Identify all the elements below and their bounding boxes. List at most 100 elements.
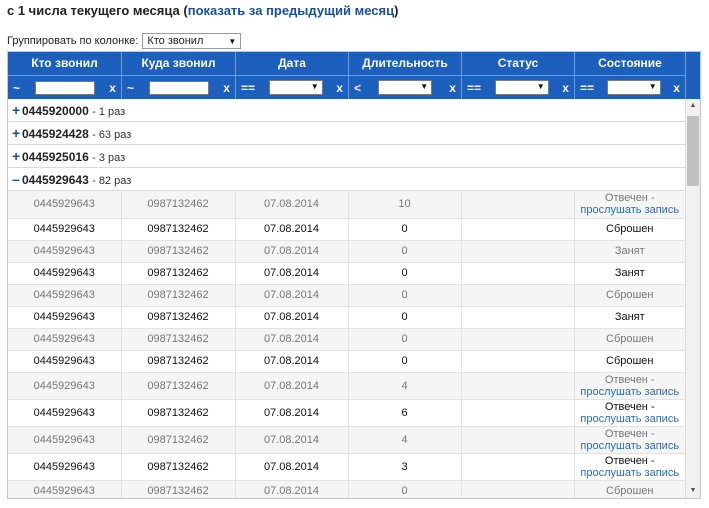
cell-state: Отвечен - прослушать запись	[574, 372, 685, 400]
group-number: 0445920000	[22, 104, 89, 118]
scroll-up-arrow-icon[interactable]: ▲	[686, 99, 700, 113]
col-duration: Длительность < x	[348, 52, 461, 99]
cell-caller: 0445929643	[8, 262, 122, 285]
group-by-select[interactable]: Кто звонил ▼	[142, 33, 242, 49]
table-row[interactable]: 0445929643 0987132462 07.08.2014 0 Сброшен	[8, 480, 685, 498]
state-text: Отвечен -	[604, 454, 655, 467]
state-text: Сброшен	[606, 333, 654, 345]
filter-caller-input[interactable]	[34, 80, 95, 95]
expand-plus-icon[interactable]: +	[12, 122, 22, 144]
expand-plus-icon[interactable]: +	[12, 99, 22, 121]
filter-callee-clear[interactable]: x	[223, 81, 230, 95]
table-row[interactable]: 0445929643 0987132462 07.08.2014 4 Отвечен -…	[8, 372, 685, 400]
cell-duration: 10	[348, 191, 462, 219]
filter-date-select[interactable]	[268, 80, 323, 95]
cell-status	[461, 480, 575, 498]
state-text: Занят	[614, 267, 645, 279]
cell-callee: 0987132462	[121, 426, 236, 454]
cell-state: Занят	[574, 306, 685, 329]
group-count: - 63 раз	[92, 129, 132, 141]
grid-header: Кто звонил ~ x Куда звонил ~ x Дата == x	[8, 52, 700, 99]
cell-status	[461, 218, 575, 241]
listen-recording-link[interactable]: прослушать запись	[580, 204, 679, 216]
table-row[interactable]: 0445929643 0987132462 07.08.2014 6 Отвечен -…	[8, 399, 685, 427]
state-text: Сброшен	[606, 355, 654, 367]
table-row[interactable]: 0445929643 0987132462 07.08.2014 0 Сброшен	[8, 284, 685, 307]
cell-duration: 0	[348, 262, 462, 285]
col-state: Состояние == x	[574, 52, 685, 99]
page-title-text: с 1 числа текущего месяца	[7, 3, 180, 18]
cell-date: 07.08.2014	[235, 328, 349, 351]
prev-month-link[interactable]: показать за предыдущий месяц	[188, 3, 394, 18]
table-row[interactable]: 0445929643 0987132462 07.08.2014 0 Занят	[8, 306, 685, 329]
filter-status-select[interactable]	[494, 80, 549, 95]
cell-duration: 0	[348, 350, 462, 373]
scroll-thumb[interactable]	[687, 116, 699, 186]
cell-status	[461, 240, 575, 263]
table-row[interactable]: 0445929643 0987132462 07.08.2014 3 Отвечен -…	[8, 453, 685, 481]
group-number: 0445924428	[22, 127, 89, 141]
cell-date: 07.08.2014	[235, 284, 349, 307]
cell-callee: 0987132462	[121, 262, 236, 285]
table-row[interactable]: 0445929643 0987132462 07.08.2014 10 Отвечен …	[8, 191, 685, 219]
cell-date: 07.08.2014	[235, 218, 349, 241]
cell-callee: 0987132462	[121, 191, 236, 219]
table-row[interactable]: 0445929643 0987132462 07.08.2014 0 Занят	[8, 262, 685, 285]
cell-state: Занят	[574, 240, 685, 263]
cell-caller: 0445929643	[8, 306, 122, 329]
group-row[interactable]: +0445920000 - 1 раз	[8, 99, 685, 122]
table-row[interactable]: 0445929643 0987132462 07.08.2014 0 Занят	[8, 240, 685, 263]
cell-callee: 0987132462	[121, 372, 236, 400]
col-callee-title[interactable]: Куда звонил	[122, 52, 235, 74]
collapse-minus-icon[interactable]: –	[12, 168, 22, 190]
cell-date: 07.08.2014	[235, 426, 349, 454]
filter-date-clear[interactable]: x	[336, 81, 343, 95]
state-text: Сброшен	[606, 223, 654, 235]
group-by-bar: Группировать по колонке: Кто звонил ▼	[7, 33, 242, 49]
cell-status	[461, 191, 575, 219]
filter-caller-clear[interactable]: x	[109, 81, 116, 95]
table-row[interactable]: 0445929643 0987132462 07.08.2014 0 Сброшен	[8, 350, 685, 373]
scroll-down-arrow-icon[interactable]: ▼	[686, 484, 700, 498]
cell-callee: 0987132462	[121, 350, 236, 373]
table-row[interactable]: 0445929643 0987132462 07.08.2014 0 Сброшен	[8, 218, 685, 241]
filter-duration-select[interactable]	[378, 80, 433, 95]
table-row[interactable]: 0445929643 0987132462 07.08.2014 0 Сброшен	[8, 328, 685, 351]
filter-callee: ~ x	[122, 75, 235, 99]
cell-caller: 0445929643	[8, 240, 122, 263]
cell-duration: 4	[348, 372, 462, 400]
cell-date: 07.08.2014	[235, 480, 349, 498]
col-status-title[interactable]: Статус	[462, 52, 574, 74]
filter-callee-input[interactable]	[148, 80, 209, 95]
grid-body: +0445920000 - 1 раз +0445924428 - 63 раз…	[8, 99, 685, 498]
filter-status-clear[interactable]: x	[562, 81, 569, 95]
listen-recording-link[interactable]: прослушать запись	[580, 413, 679, 425]
cell-date: 07.08.2014	[235, 191, 349, 219]
expand-plus-icon[interactable]: +	[12, 145, 22, 167]
filter-state-select[interactable]	[606, 80, 661, 95]
group-row[interactable]: –0445929643 - 82 раз	[8, 168, 685, 191]
cell-status	[461, 306, 575, 329]
cell-duration: 0	[348, 480, 462, 498]
vertical-scrollbar[interactable]: ▲ ▼	[685, 99, 700, 498]
listen-recording-link[interactable]: прослушать запись	[580, 386, 679, 398]
col-duration-title[interactable]: Длительность	[349, 52, 461, 74]
group-row[interactable]: +0445924428 - 63 раз	[8, 122, 685, 145]
table-row[interactable]: 0445929643 0987132462 07.08.2014 4 Отвечен -…	[8, 426, 685, 454]
filter-state-clear[interactable]: x	[673, 81, 680, 95]
col-state-title[interactable]: Состояние	[575, 52, 685, 74]
listen-recording-link[interactable]: прослушать запись	[580, 440, 679, 452]
state-text: Сброшен	[606, 485, 654, 497]
cell-date: 07.08.2014	[235, 262, 349, 285]
filter-duration-clear[interactable]: x	[449, 81, 456, 95]
filter-date: == x	[236, 75, 348, 99]
group-row[interactable]: +0445925016 - 3 раз	[8, 145, 685, 168]
cell-caller: 0445929643	[8, 284, 122, 307]
col-date-title[interactable]: Дата	[236, 52, 348, 74]
cell-duration: 4	[348, 426, 462, 454]
col-caller-title[interactable]: Кто звонил	[8, 52, 121, 74]
cell-status	[461, 372, 575, 400]
state-text: Отвечен -	[604, 400, 655, 413]
listen-recording-link[interactable]: прослушать запись	[580, 467, 679, 479]
cell-state: Занят	[574, 262, 685, 285]
